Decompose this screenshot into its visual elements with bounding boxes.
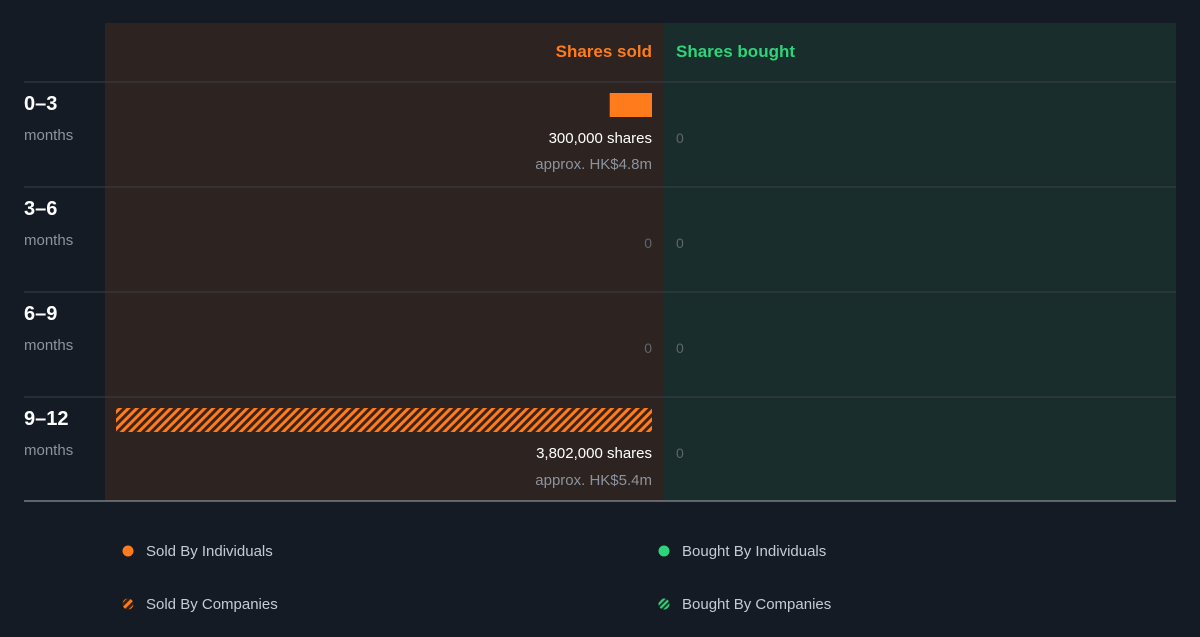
bought-zero-label: 0 [676, 445, 684, 461]
legend-label: Sold By Companies [146, 596, 278, 613]
sold-zero-label: 0 [644, 235, 652, 251]
bar-sold-companies [116, 408, 652, 432]
legend-dot-bought-individuals [658, 545, 670, 557]
shares-label: 300,000 shares [549, 130, 652, 147]
period-unit: months [24, 337, 73, 354]
bought-zero-label: 0 [676, 130, 684, 146]
value-label: approx. HK$5.4m [535, 472, 652, 489]
legend-label: Bought By Individuals [682, 543, 826, 560]
period-unit: months [24, 232, 73, 249]
period-unit: months [24, 442, 73, 459]
header-shares-sold: Shares sold [556, 42, 652, 61]
sold-zero-label: 0 [644, 340, 652, 356]
shares-label: 3,802,000 shares [536, 445, 652, 462]
period-label: 0–3 [24, 93, 57, 115]
period-label: 9–12 [24, 408, 69, 430]
legend-hatched-sold-companies [122, 598, 134, 610]
bought-zero-label: 0 [676, 235, 684, 251]
bar-sold-individuals [609, 93, 652, 117]
header-shares-bought: Shares bought [676, 42, 795, 61]
bought-zero-label: 0 [676, 340, 684, 356]
legend-label: Sold By Individuals [146, 543, 273, 560]
legend-dot-sold-individuals [122, 545, 134, 557]
value-label: approx. HK$4.8m [535, 156, 652, 173]
period-label: 3–6 [24, 198, 57, 220]
bought-panel [663, 23, 1176, 501]
insider-trading-chart: Shares sold Shares bought 0–3 months 300… [24, 23, 1176, 613]
period-unit: months [24, 127, 73, 144]
legend-hatched-bought-companies [658, 598, 670, 610]
period-label: 6–9 [24, 303, 57, 325]
legend-label: Bought By Companies [682, 596, 831, 613]
